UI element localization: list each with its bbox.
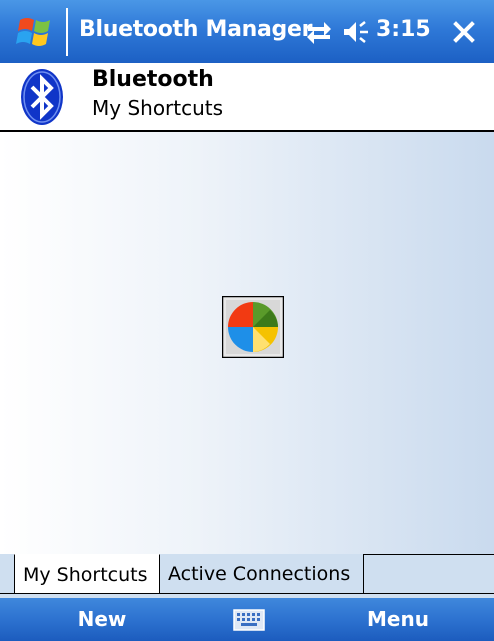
- close-button[interactable]: [446, 14, 482, 50]
- softkey-bar: New Menu: [0, 598, 494, 641]
- tab-active-connections[interactable]: Active Connections: [160, 554, 364, 594]
- clock[interactable]: 3:15: [376, 17, 431, 42]
- tab-strip: My Shortcuts Active Connections: [0, 554, 494, 599]
- window-title: Bluetooth Manager: [79, 17, 313, 42]
- page-title: Bluetooth: [92, 67, 214, 92]
- title-separator: [66, 8, 68, 56]
- tab-strip-lead: [0, 554, 14, 594]
- windows-flag-icon[interactable]: [16, 14, 56, 50]
- new-softkey[interactable]: New: [40, 598, 164, 641]
- page-header: Bluetooth My Shortcuts: [0, 63, 494, 132]
- menu-softkey[interactable]: Menu: [330, 598, 466, 641]
- connectivity-icon[interactable]: [304, 18, 334, 46]
- bluetooth-icon: [21, 69, 63, 125]
- keyboard-icon[interactable]: [232, 606, 266, 634]
- windows-flag-tile-icon[interactable]: [222, 296, 284, 358]
- shortcuts-area[interactable]: [0, 132, 494, 554]
- tab-strip-fill: [364, 554, 494, 594]
- close-icon: [453, 21, 475, 43]
- volume-icon[interactable]: [342, 18, 370, 46]
- page-subtitle: My Shortcuts: [92, 96, 224, 120]
- title-bar: Bluetooth Manager 3:15: [0, 0, 494, 63]
- tab-my-shortcuts[interactable]: My Shortcuts: [14, 554, 160, 594]
